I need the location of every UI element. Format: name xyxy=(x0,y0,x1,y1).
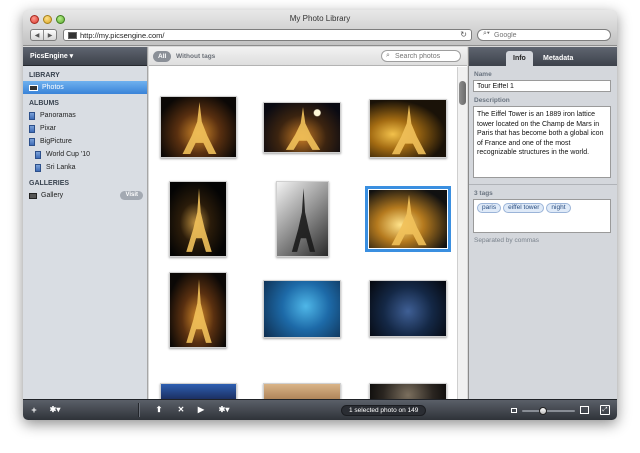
photo-search-field[interactable]: ⌕ xyxy=(381,50,461,62)
delete-icon[interactable]: ✕ xyxy=(176,404,186,416)
browser-search-field[interactable]: ⌕▾ xyxy=(477,29,611,41)
sidebar-item-label: Photos xyxy=(42,84,64,91)
window-title: My Photo Library xyxy=(289,14,351,23)
name-label: Name xyxy=(474,71,492,78)
url-text[interactable]: http://my.picsengine.com/ xyxy=(80,31,164,40)
section-galleries: GALLERIES xyxy=(29,180,70,187)
photo-thumbnail[interactable] xyxy=(169,272,227,348)
upload-icon[interactable]: ⬆ xyxy=(154,404,164,416)
photo-thumbnail[interactable] xyxy=(276,181,329,257)
title-toolbar: My Photo Library ◀ ▶ http://my.picsengin… xyxy=(23,10,617,46)
sidebar-item-label: Gallery xyxy=(41,192,64,199)
name-field[interactable] xyxy=(473,80,611,92)
inspector-tabs: Info Metadata xyxy=(469,47,617,66)
sidebar-item-pixar[interactable]: Pixar xyxy=(23,122,147,135)
photo-thumbnail[interactable] xyxy=(263,280,341,338)
slideshow-play-icon[interactable]: ▶ xyxy=(196,404,206,416)
fullscreen-icon[interactable]: ⤢ xyxy=(600,405,610,415)
album-icon xyxy=(35,163,41,172)
filter-all-button[interactable]: All xyxy=(153,51,172,62)
sidebar-item-label: Sri Lanka xyxy=(46,164,76,171)
description-label: Description xyxy=(474,97,510,104)
back-arrow-icon[interactable]: ◀ xyxy=(31,30,43,40)
photo-search-input[interactable] xyxy=(395,52,457,61)
sidebar-item-gallery[interactable]: Gallery Visit xyxy=(23,189,147,202)
section-albums: ALBUMS xyxy=(29,100,59,107)
tag-token[interactable]: night xyxy=(546,203,571,213)
photo-thumbnail[interactable] xyxy=(160,383,237,399)
tower-silhouette xyxy=(291,188,316,252)
add-icon[interactable]: + xyxy=(29,404,39,416)
photo-thumbnail[interactable] xyxy=(169,181,227,257)
zoom-slider-knob[interactable] xyxy=(539,407,548,415)
filter-without-tags-button[interactable]: Without tags xyxy=(176,51,215,62)
photo-thumbnail[interactable] xyxy=(369,280,447,337)
tag-token[interactable]: paris xyxy=(477,203,502,213)
album-icon xyxy=(29,124,35,133)
photo-grid xyxy=(149,67,457,399)
selection-status: 1 selected photo on 149 xyxy=(341,405,427,416)
tags-label: 3 tags xyxy=(474,190,493,197)
sidebar-item-world-cup[interactable]: World Cup '10 xyxy=(23,148,147,161)
album-icon xyxy=(35,150,41,159)
sidebar-item-label: Panoramas xyxy=(40,112,76,119)
tower-silhouette xyxy=(186,279,212,343)
photo-thumbnail[interactable] xyxy=(369,383,447,399)
description-field[interactable]: The Eiffel Tower is an 1889 iron lattice… xyxy=(473,106,611,178)
gallery-icon xyxy=(29,192,37,199)
sidebar: PicsEngine ▾ LIBRARY Photos ALBUMS Panor… xyxy=(23,47,148,399)
zoom-out-icon[interactable] xyxy=(511,408,517,413)
gear-menu-icon[interactable]: ✱▾ xyxy=(47,404,63,416)
tab-info[interactable]: Info xyxy=(506,51,533,66)
scrollbar-thumb[interactable] xyxy=(459,81,466,105)
bottom-toolbar: + ✱▾ ⬆ ✕ ▶ ✱▾ 1 selected photo on 149 ⤢ xyxy=(23,399,617,420)
photo-thumbnail[interactable] xyxy=(263,102,341,153)
grid-scrollbar[interactable] xyxy=(457,67,467,399)
sidebar-item-sri-lanka[interactable]: Sri Lanka xyxy=(23,161,147,174)
section-library: LIBRARY xyxy=(29,72,60,79)
tower-silhouette xyxy=(391,104,427,155)
photo-thumbnail[interactable] xyxy=(369,99,447,158)
browser-search-input[interactable] xyxy=(494,31,604,40)
sidebar-item-label: Pixar xyxy=(40,125,56,132)
tab-metadata[interactable]: Metadata xyxy=(536,51,580,66)
photo-thumbnail[interactable] xyxy=(160,96,237,158)
photo-browser: All Without tags ⌕ xyxy=(149,47,467,399)
album-icon xyxy=(29,111,35,120)
tags-field[interactable]: paris eiffel tower night xyxy=(473,199,611,233)
album-icon xyxy=(29,137,35,146)
gear-menu-icon[interactable]: ✱▾ xyxy=(216,404,232,416)
back-forward-buttons: ◀ ▶ xyxy=(30,29,57,41)
forward-arrow-icon[interactable]: ▶ xyxy=(43,30,56,40)
sidebar-item-photos[interactable]: Photos xyxy=(23,81,147,94)
divider xyxy=(138,403,139,417)
tag-token[interactable]: eiffel tower xyxy=(503,203,545,213)
zoom-in-icon[interactable] xyxy=(580,406,589,414)
url-bar[interactable]: http://my.picsengine.com/ ↻ xyxy=(63,29,472,41)
sidebar-item-panoramas[interactable]: Panoramas xyxy=(23,109,147,122)
tower-silhouette xyxy=(182,101,217,155)
photo-thumbnail[interactable] xyxy=(263,383,341,399)
photos-icon xyxy=(29,84,38,91)
tower-silhouette xyxy=(186,188,212,252)
photo-thumbnail[interactable] xyxy=(365,186,451,252)
filter-bar: All Without tags ⌕ xyxy=(149,47,467,66)
visit-gallery-button[interactable]: Visit xyxy=(120,191,143,200)
tags-hint: Separated by commas xyxy=(474,237,540,244)
app-menu-label[interactable]: PicsEngine ▾ xyxy=(30,52,73,60)
search-icon: ⌕ xyxy=(386,52,390,59)
sidebar-item-label: World Cup '10 xyxy=(46,151,91,158)
tower-silhouette xyxy=(391,194,427,246)
zoom-slider[interactable] xyxy=(522,410,575,412)
sidebar-item-bigpicture[interactable]: BigPicture xyxy=(23,135,147,148)
sidebar-item-label: BigPicture xyxy=(40,138,72,145)
tower-silhouette xyxy=(285,107,321,150)
reload-icon[interactable]: ↻ xyxy=(460,30,467,39)
search-icon: ⌕▾ xyxy=(483,30,490,37)
app-window: My Photo Library ◀ ▶ http://my.picsengin… xyxy=(23,10,617,420)
app-menu[interactable]: PicsEngine ▾ xyxy=(23,47,147,66)
favicon-icon xyxy=(68,32,77,39)
inspector-panel: Info Metadata Name Description The Eiffe… xyxy=(468,47,617,399)
